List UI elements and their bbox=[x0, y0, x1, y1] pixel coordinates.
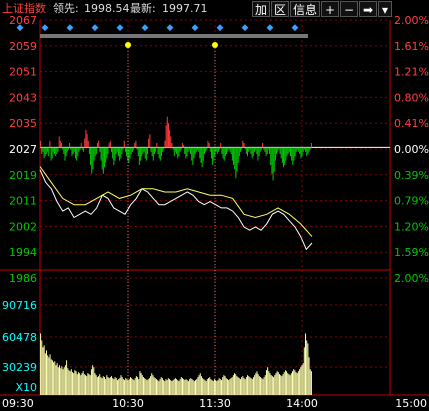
price-axis-label: 2011 bbox=[9, 195, 37, 208]
time-axis-label: 09:30 bbox=[2, 397, 34, 410]
price-axis-label: 2035 bbox=[9, 117, 37, 130]
time-axis-label: 10:30 bbox=[112, 397, 144, 410]
time-axis-label: 11:30 bbox=[199, 397, 231, 410]
percent-axis-label: 1.21% bbox=[394, 66, 429, 79]
volume-axis-label: 90716 bbox=[2, 299, 37, 312]
news-diamond-icon: ◆ bbox=[142, 23, 149, 33]
news-diamond-icon: ◆ bbox=[292, 23, 299, 33]
price-axis-label: 1986 bbox=[9, 272, 37, 285]
news-diamond-icon: ◆ bbox=[217, 23, 224, 33]
news-diamond-icon: ◆ bbox=[67, 23, 74, 33]
price-axis-label: 1994 bbox=[9, 246, 37, 259]
latest-price-line bbox=[39, 169, 313, 251]
percent-axis-label: 1.20% bbox=[394, 220, 429, 233]
news-diamond-icon: ◆ bbox=[92, 23, 99, 33]
news-diamond-icon: ◆ bbox=[117, 23, 124, 33]
price-volume-chart[interactable]: 2067205920512043203520272019201120021994… bbox=[0, 0, 429, 411]
percent-axis-label: 1.61% bbox=[394, 40, 429, 53]
price-axis-label: 2051 bbox=[9, 66, 37, 79]
news-diamond-icon: ◆ bbox=[242, 23, 249, 33]
time-axis-label: 14:00 bbox=[286, 397, 318, 410]
news-diamond-icon: ◆ bbox=[42, 23, 49, 33]
percent-axis-label: 0.00% bbox=[394, 143, 429, 156]
percent-axis-label: 0.39% bbox=[394, 169, 429, 182]
volume-multiplier-label: X10 bbox=[15, 381, 37, 394]
time-axis-label: 15:00 bbox=[395, 397, 427, 410]
event-dot-icon bbox=[212, 42, 218, 48]
price-axis-label: 2027 bbox=[9, 143, 37, 156]
percent-axis-label: 0.41% bbox=[394, 117, 429, 130]
percent-axis-label: 2.00% bbox=[394, 14, 429, 27]
volume-axis-label: 30239 bbox=[2, 361, 37, 374]
intraday-chart-window: 上证指数 领先: 1998.54 最新: 1997.71 加 区 信息 + − … bbox=[0, 0, 429, 411]
volume-axis-label: 60478 bbox=[2, 331, 37, 344]
price-axis-label: 2019 bbox=[9, 169, 37, 182]
news-diamond-icon: ◆ bbox=[17, 23, 24, 33]
event-dot-icon bbox=[125, 42, 131, 48]
news-diamond-icon: ◆ bbox=[167, 23, 174, 33]
price-axis-label: 2043 bbox=[9, 91, 37, 104]
percent-axis-label: 0.80% bbox=[394, 91, 429, 104]
price-axis-label: 2059 bbox=[9, 40, 37, 53]
percent-axis-label: 1.59% bbox=[394, 246, 429, 259]
news-diamond-icon: ◆ bbox=[192, 23, 199, 33]
percent-axis-label: 2.00% bbox=[394, 272, 429, 285]
percent-axis-label: 0.79% bbox=[394, 195, 429, 208]
news-diamond-icon: ◆ bbox=[267, 23, 274, 33]
event-strip bbox=[40, 34, 308, 38]
price-axis-label: 2002 bbox=[9, 220, 37, 233]
